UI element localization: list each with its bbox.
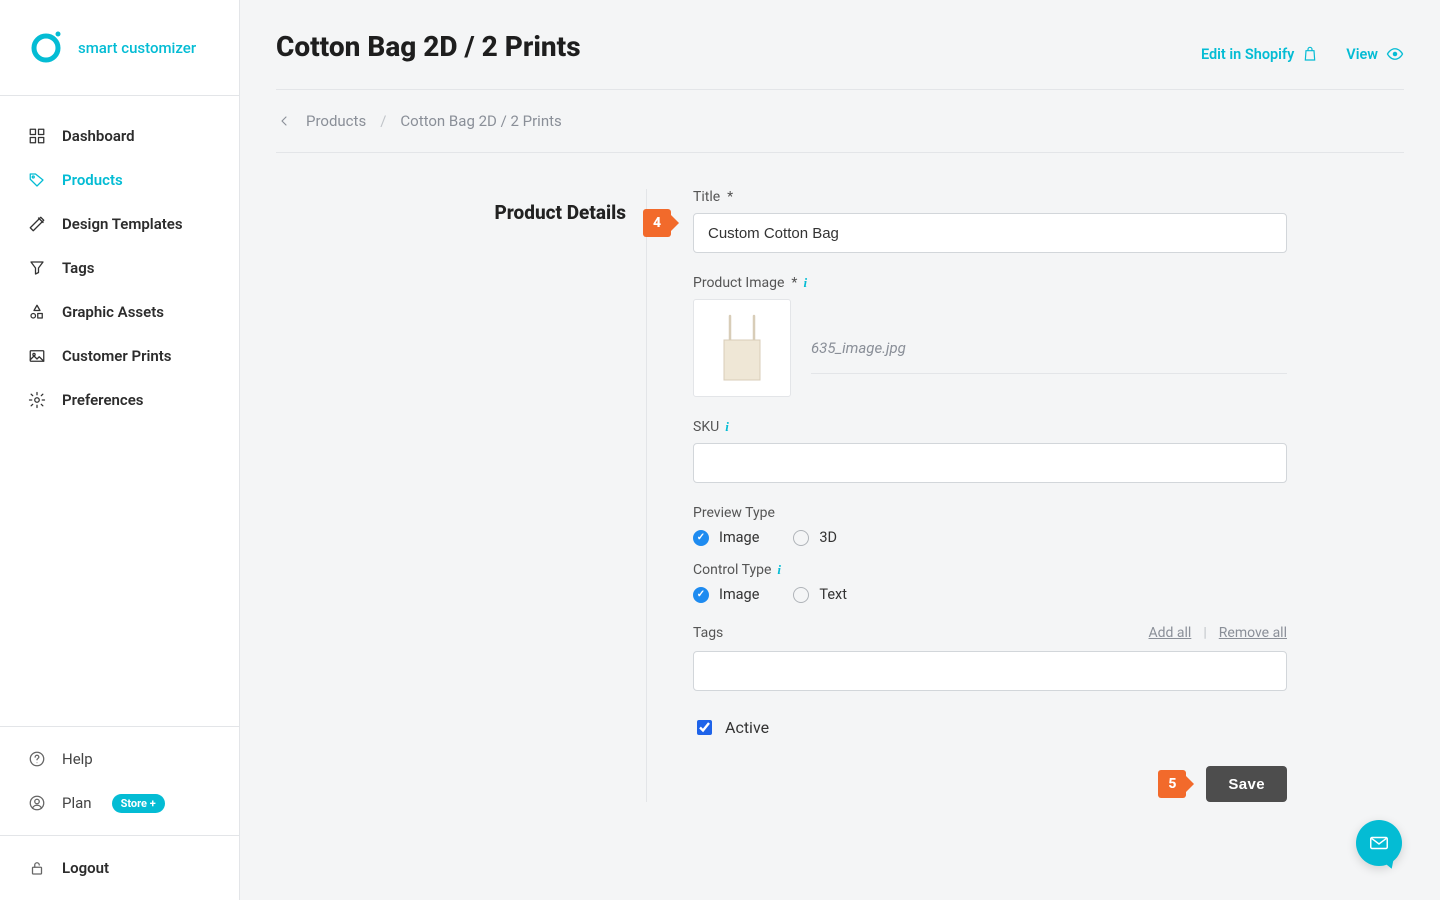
sidebar-item-help[interactable]: Help — [0, 737, 239, 781]
header: Cotton Bag 2D / 2 Prints Edit in Shopify… — [240, 0, 1440, 63]
brand-name: smart customizer — [78, 39, 196, 57]
preview-type-field: Preview Type Image 3D — [693, 505, 1287, 546]
sidebar: smart customizer Dashboard Products Desi… — [0, 0, 240, 900]
product-image-field: Product Image*i 635_image.jpg — [693, 275, 1287, 397]
tote-bag-icon — [709, 308, 775, 388]
title-field: 4 Title* — [693, 189, 1287, 253]
title-input[interactable] — [693, 213, 1287, 253]
user-icon — [28, 794, 46, 812]
chat-fab[interactable] — [1356, 820, 1402, 866]
control-type-image-radio[interactable]: Image — [693, 586, 759, 603]
tag-links: Add all | Remove all — [1149, 625, 1287, 641]
logout-block: Logout — [0, 835, 239, 900]
sidebar-bottom: Help Plan Store + — [0, 726, 239, 835]
product-image-thumbnail[interactable] — [693, 299, 791, 397]
view-link[interactable]: View — [1346, 45, 1404, 63]
sidebar-item-label: Help — [62, 750, 93, 768]
callout-badge-4: 4 — [643, 209, 671, 237]
field-label: Tags — [693, 625, 723, 641]
help-icon — [28, 750, 46, 768]
sidebar-item-label: Customer Prints — [62, 347, 172, 365]
image-icon — [28, 347, 46, 365]
tag-icon — [28, 171, 46, 189]
main: Cotton Bag 2D / 2 Prints Edit in Shopify… — [240, 0, 1440, 900]
image-filename: 635_image.jpg — [811, 323, 1287, 374]
sidebar-item-logout[interactable]: Logout — [0, 846, 239, 890]
edit-in-shopify-link[interactable]: Edit in Shopify — [1201, 46, 1318, 63]
sidebar-item-preferences[interactable]: Preferences — [0, 378, 239, 422]
sidebar-item-design-templates[interactable]: Design Templates — [0, 202, 239, 246]
tags-input[interactable] — [693, 651, 1287, 691]
shapes-icon — [28, 303, 46, 321]
arrow-left-icon[interactable] — [276, 113, 292, 129]
breadcrumb-parent[interactable]: Products — [306, 112, 366, 130]
sidebar-item-tags[interactable]: Tags — [0, 246, 239, 290]
form-left: Product Details — [276, 189, 646, 802]
logo-icon — [28, 28, 64, 68]
field-label: Product Image*i — [693, 275, 1287, 291]
brand: smart customizer — [0, 0, 239, 96]
pencil-ruler-icon — [28, 215, 46, 233]
breadcrumb: Products / Cotton Bag 2D / 2 Prints — [240, 90, 1440, 152]
preview-type-image-radio[interactable]: Image — [693, 529, 759, 546]
callout-badge-5: 5 — [1158, 770, 1186, 798]
sidebar-item-label: Preferences — [62, 391, 144, 409]
info-icon[interactable]: i — [725, 419, 729, 435]
sku-field: SKUi — [693, 419, 1287, 483]
field-label: Preview Type — [693, 505, 1287, 521]
form-area: Product Details 4 Title* Product Image*i — [276, 153, 1404, 802]
breadcrumb-separator: / — [380, 112, 386, 130]
nav: Dashboard Products Design Templates Tags… — [0, 96, 239, 726]
sidebar-item-dashboard[interactable]: Dashboard — [0, 114, 239, 158]
link-label: Edit in Shopify — [1201, 46, 1294, 63]
sidebar-item-label: Logout — [62, 859, 109, 877]
lock-icon — [28, 859, 46, 877]
sidebar-item-customer-prints[interactable]: Customer Prints — [0, 334, 239, 378]
sidebar-item-graphic-assets[interactable]: Graphic Assets — [0, 290, 239, 334]
shopping-bag-icon — [1302, 46, 1318, 62]
tags-field: Tags Add all | Remove all — [693, 625, 1287, 691]
filter-icon — [28, 259, 46, 277]
field-label: Control Typei — [693, 562, 1287, 578]
add-all-link[interactable]: Add all — [1149, 625, 1192, 641]
save-button[interactable]: Save — [1206, 766, 1287, 802]
control-type-field: Control Typei Image Text — [693, 562, 1287, 603]
save-row: 5 Save — [693, 766, 1287, 802]
active-field: Active — [693, 717, 1287, 738]
eye-icon — [1386, 45, 1404, 63]
info-icon[interactable]: i — [803, 275, 807, 291]
form-right: 4 Title* Product Image*i 635_image.jpg — [647, 189, 1287, 802]
grid-icon — [28, 127, 46, 145]
field-label: Title* — [693, 189, 1287, 205]
sku-input[interactable] — [693, 443, 1287, 483]
link-label: View — [1346, 46, 1378, 63]
header-links: Edit in Shopify View — [1201, 45, 1404, 63]
page-title: Cotton Bag 2D / 2 Prints — [276, 30, 581, 63]
gear-icon — [28, 391, 46, 409]
sidebar-item-label: Design Templates — [62, 215, 183, 233]
section-title: Product Details — [276, 201, 626, 224]
sidebar-item-plan[interactable]: Plan Store + — [0, 781, 239, 825]
preview-type-3d-radio[interactable]: 3D — [793, 529, 837, 546]
control-type-text-radio[interactable]: Text — [793, 586, 847, 603]
breadcrumb-current: Cotton Bag 2D / 2 Prints — [400, 112, 561, 130]
sidebar-item-label: Dashboard — [62, 127, 135, 145]
sidebar-item-label: Plan — [62, 794, 92, 812]
sidebar-item-label: Graphic Assets — [62, 303, 164, 321]
remove-all-link[interactable]: Remove all — [1219, 625, 1287, 641]
active-label: Active — [725, 718, 769, 737]
plan-badge: Store + — [112, 794, 165, 813]
sidebar-item-label: Tags — [62, 259, 95, 277]
active-checkbox[interactable] — [697, 720, 712, 735]
field-label: SKUi — [693, 419, 1287, 435]
info-icon[interactable]: i — [777, 562, 781, 578]
sidebar-item-label: Products — [62, 171, 123, 189]
mail-icon — [1368, 832, 1390, 854]
sidebar-item-products[interactable]: Products — [0, 158, 239, 202]
